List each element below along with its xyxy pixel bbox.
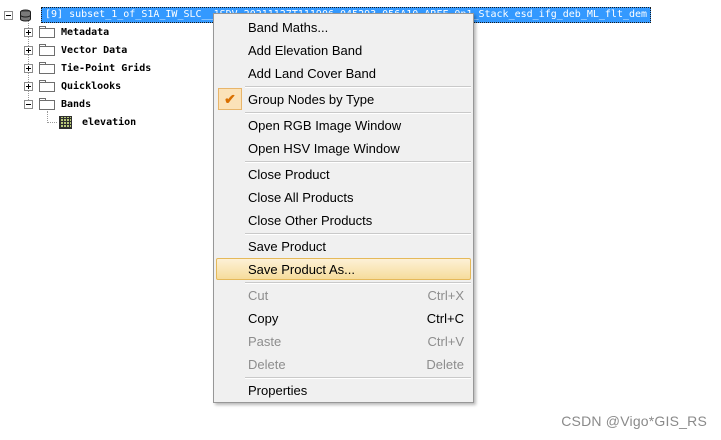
folder-icon <box>39 98 55 110</box>
menu-item-label: Save Product <box>248 238 327 254</box>
menu-item-label: Properties <box>248 382 308 398</box>
folder-icon <box>39 44 55 56</box>
tree-node-tie-point-grids[interactable]: Tie-Point Grids <box>24 59 151 77</box>
tree-node-label: Vector Data <box>61 44 128 56</box>
menu-item-close-product[interactable]: Close Product <box>216 163 471 185</box>
menu-item-label: Close Other Products <box>248 212 373 228</box>
menu-item-open-hsv-image-window[interactable]: Open HSV Image Window <box>216 137 471 159</box>
menu-item-properties[interactable]: Properties <box>216 379 471 401</box>
menu-item-label: Close Product <box>248 166 330 182</box>
menu-item-shortcut: Ctrl+V <box>427 333 464 349</box>
menu-item-label: Save Product As... <box>248 261 355 277</box>
tree-node-label: Bands <box>61 98 92 110</box>
collapse-toggle-icon[interactable] <box>4 10 13 20</box>
tree-node-elevation[interactable]: elevation <box>59 113 136 131</box>
tree-node-label: Tie-Point Grids <box>61 62 152 74</box>
menu-item-label: Copy <box>248 310 279 326</box>
menu-item-label: Group Nodes by Type <box>248 91 375 107</box>
menu-item-label: Paste <box>248 333 282 349</box>
menu-item-band-maths[interactable]: Band Maths... <box>216 16 471 38</box>
menu-item-group-nodes-by-type[interactable]: ✔ Group Nodes by Type <box>216 88 471 110</box>
raster-band-icon <box>59 115 72 129</box>
menu-item-open-rgb-image-window[interactable]: Open RGB Image Window <box>216 114 471 136</box>
menu-item-close-all-products[interactable]: Close All Products <box>216 186 471 208</box>
folder-icon <box>39 80 55 92</box>
menu-item-add-elevation-band[interactable]: Add Elevation Band <box>216 39 471 61</box>
collapse-icon[interactable] <box>24 99 33 109</box>
menu-item-paste[interactable]: Paste Ctrl+V <box>216 330 471 352</box>
tree-node-vector-data[interactable]: Vector Data <box>24 41 127 59</box>
folder-icon <box>39 26 55 38</box>
expand-icon[interactable] <box>24 81 33 91</box>
folder-icon <box>39 62 55 74</box>
menu-item-shortcut: Delete <box>426 356 464 372</box>
menu-item-shortcut: Ctrl+X <box>427 287 464 303</box>
menu-item-shortcut: Ctrl+C <box>426 310 464 326</box>
menu-item-label: Add Elevation Band <box>248 42 363 58</box>
menu-item-cut[interactable]: Cut Ctrl+X <box>216 284 471 306</box>
menu-item-add-land-cover-band[interactable]: Add Land Cover Band <box>216 62 471 84</box>
menu-item-delete[interactable]: Delete Delete <box>216 353 471 375</box>
tree-node-label: Quicklooks <box>61 80 122 92</box>
menu-item-label: Delete <box>248 356 286 372</box>
database-icon <box>20 9 31 21</box>
checkmark-icon: ✔ <box>218 88 242 110</box>
expand-icon[interactable] <box>24 27 33 37</box>
menu-item-copy[interactable]: Copy Ctrl+C <box>216 307 471 329</box>
tree-node-label: Metadata <box>61 26 110 38</box>
expand-icon[interactable] <box>24 45 33 55</box>
context-menu: Band Maths... Add Elevation Band Add Lan… <box>213 13 474 403</box>
menu-item-close-other-products[interactable]: Close Other Products <box>216 209 471 231</box>
menu-item-label: Close All Products <box>248 189 354 205</box>
tree-node-label: elevation <box>82 116 137 128</box>
menu-item-save-product-as[interactable]: Save Product As... <box>216 258 471 280</box>
tree-connector <box>47 122 57 123</box>
tree-node-quicklooks[interactable]: Quicklooks <box>24 77 121 95</box>
menu-item-label: Add Land Cover Band <box>248 65 376 81</box>
menu-item-save-product[interactable]: Save Product <box>216 235 471 257</box>
menu-item-label: Cut <box>248 287 269 303</box>
menu-item-label: Band Maths... <box>248 19 329 35</box>
watermark-text: CSDN @Vigo*GIS_RS <box>561 413 707 429</box>
menu-item-label: Open RGB Image Window <box>248 117 402 133</box>
tree-node-metadata[interactable]: Metadata <box>24 23 109 41</box>
menu-item-label: Open HSV Image Window <box>248 140 400 156</box>
expand-icon[interactable] <box>24 63 33 73</box>
tree-node-bands[interactable]: Bands <box>24 95 91 113</box>
